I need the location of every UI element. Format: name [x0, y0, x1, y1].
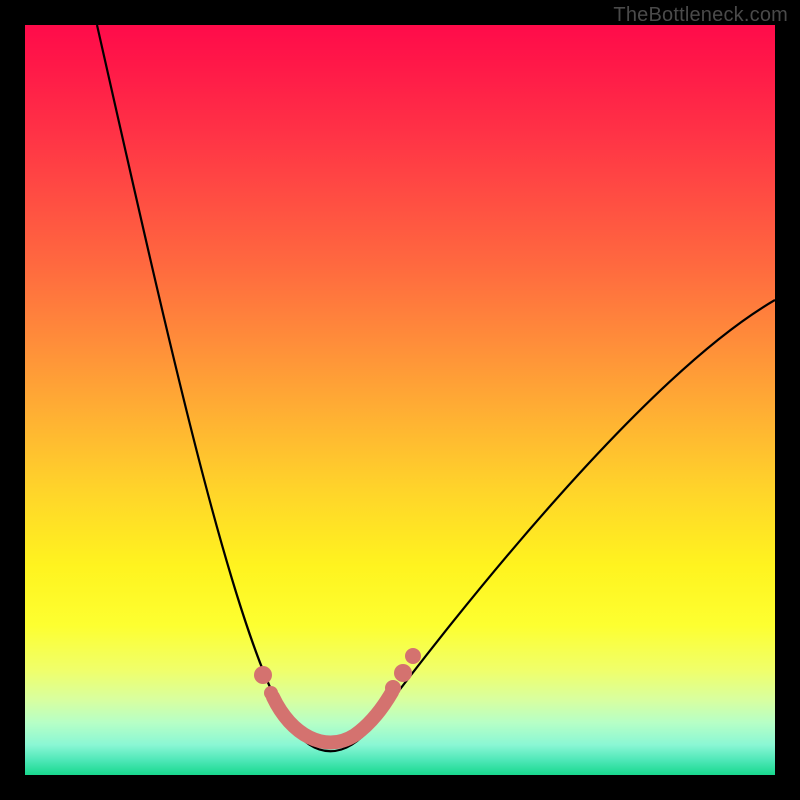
chart-svg [25, 25, 775, 775]
marker-dot [394, 664, 412, 682]
plot-area [25, 25, 775, 775]
marker-dot [264, 686, 278, 700]
marker-dot [254, 666, 272, 684]
watermark-text: TheBottleneck.com [613, 4, 788, 27]
frame: TheBottleneck.com [0, 0, 800, 800]
marker-dot [405, 648, 421, 664]
floor-marker-line [273, 692, 392, 742]
marker-dot [385, 680, 401, 696]
bottleneck-curve [97, 25, 775, 751]
